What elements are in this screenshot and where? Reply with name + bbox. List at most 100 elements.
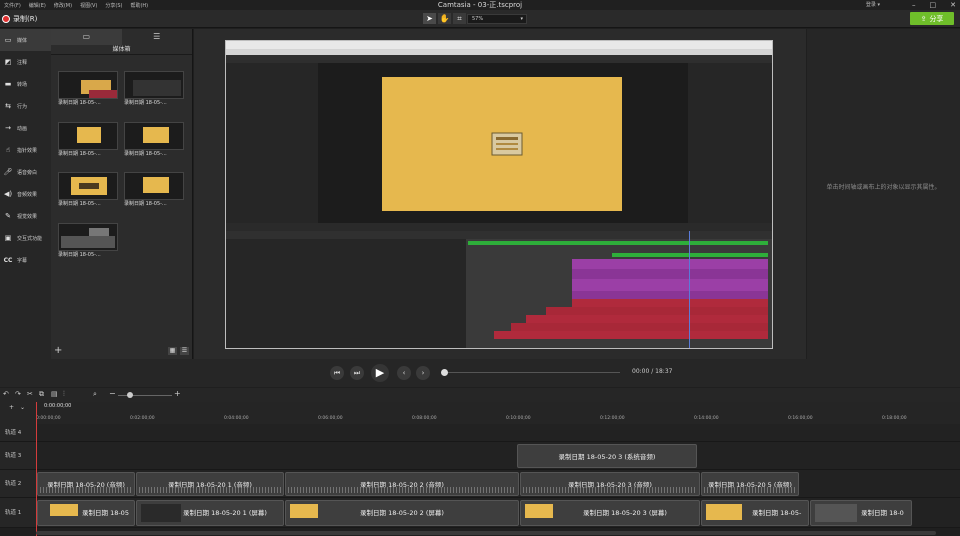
zoom-in-icon[interactable]: + bbox=[174, 389, 181, 398]
audio-clip[interactable]: 录制日期 18-05-20 (音频) bbox=[37, 472, 135, 496]
media-bin: ▭ ☰ 媒体箱 录制日期 18-05-... 录制日期 18-05-... 录制… bbox=[51, 29, 193, 359]
media-thumb[interactable]: 录制日期 18-05-... bbox=[58, 71, 118, 107]
grid-view-icon[interactable]: ▦ bbox=[168, 347, 177, 355]
video-clip[interactable]: 录制日期 18-05-20 1 (屏幕) bbox=[136, 500, 284, 526]
next-marker-icon[interactable]: › bbox=[416, 366, 430, 380]
paste-icon[interactable]: ▤ bbox=[51, 390, 58, 398]
thumb-image bbox=[58, 71, 118, 99]
scrubber-handle[interactable] bbox=[441, 369, 448, 376]
sidebar-item-interactivity[interactable]: ▣ 交互式功能 bbox=[0, 227, 51, 249]
sidebar-item-annotations[interactable]: ◩ 注释 bbox=[0, 51, 51, 73]
playback-scrubber[interactable] bbox=[444, 372, 620, 373]
audio-clip[interactable]: 录制日期 18-05-20 3 (系统音频) bbox=[517, 444, 697, 468]
zoom-out-icon[interactable]: − bbox=[109, 389, 116, 398]
media-thumb[interactable]: 录制日期 18-05-... bbox=[124, 71, 184, 107]
sign-in-menu[interactable]: 登录 ▾ bbox=[866, 0, 880, 10]
close-icon[interactable]: ✕ bbox=[950, 1, 956, 9]
sidebar-item-cursor-effects[interactable]: ☝ 指针效果 bbox=[0, 139, 51, 161]
crop-tool-icon[interactable]: ⌗ bbox=[453, 13, 466, 24]
collapse-tracks-icon[interactable]: ⌄ bbox=[20, 404, 25, 411]
playhead[interactable] bbox=[36, 402, 37, 536]
sidebar-item-animations[interactable]: → 动画 bbox=[0, 117, 51, 139]
menu-modify[interactable]: 修改(M) bbox=[50, 2, 76, 9]
video-clip[interactable]: 录制日期 18-05-20 3 (屏幕) bbox=[520, 500, 700, 526]
record-button[interactable]: 录制(R) bbox=[2, 13, 37, 25]
media-thumb[interactable]: 录制日期 18-05-... bbox=[124, 172, 184, 208]
select-tool-icon[interactable]: ➤ bbox=[423, 13, 436, 24]
sidebar-item-behaviors[interactable]: ⇆ 行为 bbox=[0, 95, 51, 117]
sidebar-item-captions[interactable]: CC 字幕 bbox=[0, 249, 51, 271]
ruler-label: 0:16:00;00 bbox=[788, 416, 813, 421]
menu-edit[interactable]: 编辑(E) bbox=[25, 2, 50, 9]
chevron-down-icon: ▾ bbox=[520, 16, 523, 22]
track-4[interactable] bbox=[36, 424, 960, 442]
track-3[interactable] bbox=[36, 442, 960, 470]
list-view-icon[interactable]: ☰ bbox=[180, 347, 189, 355]
video-clip[interactable]: 录制日期 18-0 bbox=[810, 500, 912, 526]
copy-icon[interactable]: ⧉ bbox=[39, 390, 44, 399]
sidebar-item-voice-narration[interactable]: 🎤︎ 语音旁白 bbox=[0, 161, 51, 183]
sidebar-item-label: 字幕 bbox=[17, 257, 28, 264]
menu-help[interactable]: 帮助(H) bbox=[126, 2, 152, 9]
sidebar-item-transitions[interactable]: ▬ 转场 bbox=[0, 73, 51, 95]
step-forward-icon[interactable]: ⏭ bbox=[350, 366, 364, 380]
sidebar-item-label: 媒体 bbox=[17, 37, 28, 44]
window-controls: – □ ✕ bbox=[912, 0, 956, 10]
audio-clip[interactable]: 录制日期 18-05-20 1 (音频) bbox=[136, 472, 284, 496]
video-clip[interactable]: 录制日期 18-05-20 2 (屏幕) bbox=[285, 500, 519, 526]
record-label: 录制(R) bbox=[13, 15, 38, 23]
canvas-tools: ➤ ✋ ⌗ bbox=[423, 13, 466, 24]
previous-marker-icon[interactable]: ‹ bbox=[397, 366, 411, 380]
sidebar-item-label: 音频效果 bbox=[17, 191, 38, 198]
play-button[interactable]: ▶ bbox=[371, 364, 389, 382]
minimize-icon[interactable]: – bbox=[912, 1, 916, 9]
pan-tool-icon[interactable]: ✋ bbox=[438, 13, 451, 24]
share-button[interactable]: ⇪ 分享 bbox=[910, 12, 954, 25]
audio-clip[interactable]: 录制日期 18-05-20 3 (音频) bbox=[520, 472, 700, 496]
record-icon bbox=[2, 15, 10, 23]
zoom-icon: ⌕ bbox=[93, 390, 97, 398]
sidebar-item-media[interactable]: ▭ 媒体 bbox=[0, 29, 51, 51]
undo-icon[interactable]: ↶ bbox=[3, 390, 9, 398]
cut-icon[interactable]: ✂ bbox=[27, 390, 33, 398]
media-thumb[interactable]: 录制日期 18-05-... bbox=[58, 223, 118, 259]
zoom-slider-handle[interactable] bbox=[127, 392, 133, 398]
captions-icon: CC bbox=[3, 256, 13, 264]
media-thumb[interactable]: 录制日期 18-05-... bbox=[58, 172, 118, 208]
track-label[interactable]: 轨道 3 bbox=[0, 442, 36, 470]
sidebar-item-audio-effects[interactable]: ◀) 音频效果 bbox=[0, 183, 51, 205]
clip-label: 录制日期 18-05-20 3 (系统音频) bbox=[558, 453, 656, 461]
zoom-select[interactable]: 57% ▾ bbox=[467, 14, 527, 24]
timeline-scrollbar[interactable] bbox=[36, 531, 936, 535]
time-current: 00:00 bbox=[632, 368, 650, 375]
ruler-label: 0:18:00;00 bbox=[882, 416, 907, 421]
track-label[interactable]: 轨道 2 bbox=[0, 470, 36, 498]
maximize-icon[interactable]: □ bbox=[930, 1, 937, 9]
media-thumb[interactable]: 录制日期 18-05-... bbox=[124, 122, 184, 158]
menu-file[interactable]: 文件(F) bbox=[0, 2, 25, 9]
video-preview[interactable] bbox=[225, 40, 773, 349]
timeline-toolbar: ↶ ↷ ✂ ⧉ ▤ ⫶ ⌕ − + bbox=[0, 388, 960, 402]
track-label[interactable]: 轨道 1 bbox=[0, 498, 36, 528]
tab-media-bin[interactable]: ▭ bbox=[51, 29, 122, 45]
clip-label: 录制日期 18-05- bbox=[752, 509, 802, 517]
timeline-ruler[interactable]: 0:00:00;00 0:02:00;00 0:04:00;00 0:06:00… bbox=[36, 402, 960, 424]
step-back-icon[interactable]: ⏮ bbox=[330, 366, 344, 380]
tab-library[interactable]: ☰ bbox=[122, 29, 193, 45]
track-label[interactable]: 轨道 4 bbox=[0, 424, 36, 442]
redo-icon[interactable]: ↷ bbox=[15, 390, 21, 398]
split-icon[interactable]: ⫶ bbox=[63, 390, 65, 399]
canvas[interactable] bbox=[194, 29, 806, 359]
thumb-label: 录制日期 18-05-... bbox=[58, 252, 101, 258]
add-media-icon[interactable]: + bbox=[54, 345, 62, 356]
thumb-label: 录制日期 18-05-... bbox=[124, 100, 167, 106]
audio-clip[interactable]: 录制日期 18-05-20 5 (音频) bbox=[701, 472, 799, 496]
video-clip[interactable]: 录制日期 18-05- bbox=[701, 500, 809, 526]
video-clip[interactable]: 录制日期 18-05 bbox=[37, 500, 135, 526]
menu-share[interactable]: 分享(S) bbox=[101, 2, 126, 9]
media-thumb[interactable]: 录制日期 18-05-... bbox=[58, 122, 118, 158]
sidebar-item-visual-effects[interactable]: ✎ 视觉效果 bbox=[0, 205, 51, 227]
menu-view[interactable]: 视图(V) bbox=[76, 2, 101, 9]
add-track-icon[interactable]: + bbox=[9, 404, 14, 411]
audio-clip[interactable]: 录制日期 18-05-20 2 (音频) bbox=[285, 472, 519, 496]
